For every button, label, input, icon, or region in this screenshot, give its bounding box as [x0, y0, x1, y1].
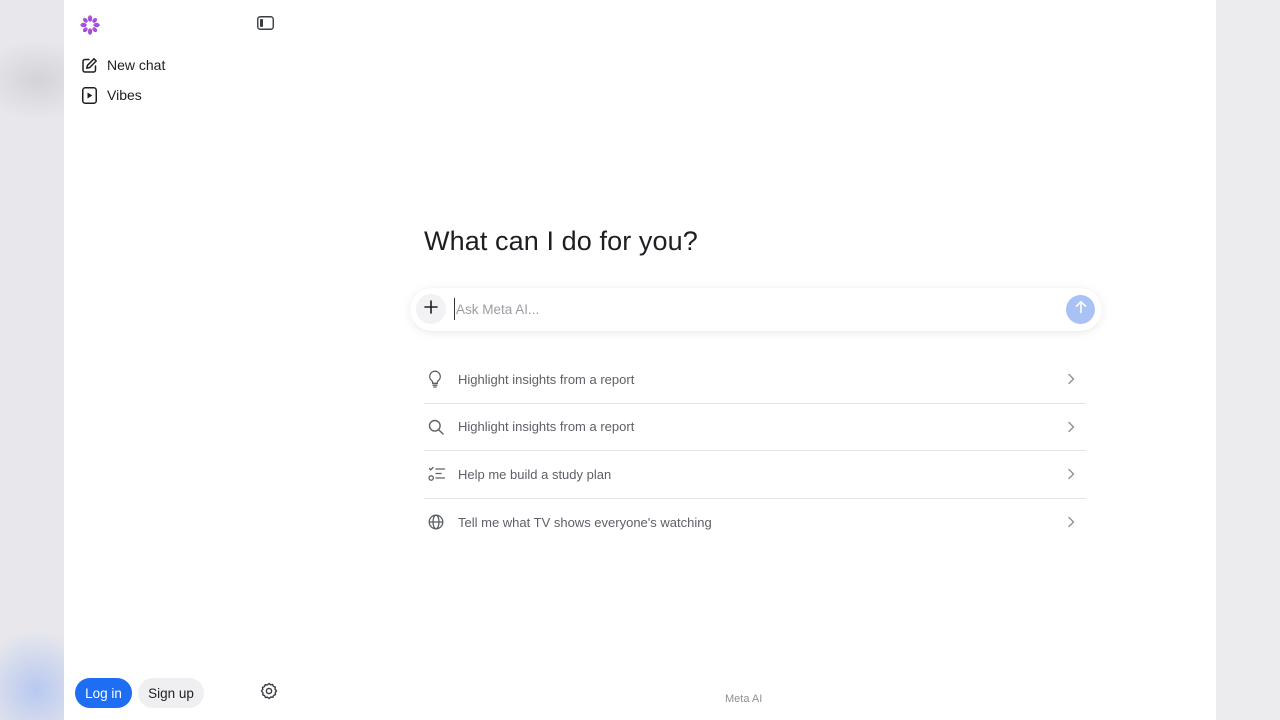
blurred-backdrop-right — [1216, 0, 1280, 720]
footer-brand: Meta AI — [725, 693, 763, 705]
sidebar-item-label: Vibes — [107, 87, 142, 103]
plus-icon — [424, 299, 438, 319]
sidebar-item-vibes[interactable]: Vibes — [74, 81, 274, 109]
login-button[interactable]: Log in — [75, 678, 132, 708]
search-icon — [424, 417, 450, 437]
send-button[interactable] — [1066, 295, 1095, 324]
lightbulb-icon — [424, 369, 450, 389]
suggestion-label: Tell me what TV shows everyone's watchin… — [458, 514, 712, 530]
play-video-icon — [80, 86, 98, 104]
suggestion-item[interactable]: Help me build a study plan — [424, 451, 1086, 499]
globe-icon — [424, 512, 450, 532]
sidebar-toggle-button[interactable] — [255, 15, 275, 35]
composer — [410, 288, 1102, 331]
meta-ai-flower-icon[interactable] — [79, 14, 101, 36]
suggestion-item[interactable]: Highlight insights from a report — [424, 356, 1086, 404]
chevron-right-icon — [1064, 372, 1078, 386]
suggestion-label: Highlight insights from a report — [458, 371, 635, 387]
sidebar-item-new-chat[interactable]: New chat — [74, 51, 274, 79]
ask-input[interactable] — [454, 298, 1054, 320]
attach-button[interactable] — [416, 294, 446, 324]
suggestion-item[interactable]: Tell me what TV shows everyone's watchin… — [424, 499, 1086, 547]
chevron-right-icon — [1064, 467, 1078, 481]
arrow-up-icon — [1074, 300, 1088, 319]
settings-button[interactable] — [259, 682, 279, 705]
sidebar: New chat Vibes Log in Sign up — [64, 0, 294, 720]
chevron-right-icon — [1064, 515, 1078, 529]
gear-icon — [260, 682, 278, 705]
chevron-right-icon — [1064, 420, 1078, 434]
compose-icon — [80, 56, 98, 74]
sidebar-toggle-icon — [256, 15, 274, 35]
page-title: What can I do for you? — [424, 226, 698, 256]
app-window: New chat Vibes Log in Sign up What can I… — [64, 0, 1216, 720]
suggestion-label: Help me build a study plan — [458, 466, 612, 482]
sidebar-item-label: New chat — [107, 57, 166, 73]
suggestion-label: Highlight insights from a report — [458, 419, 635, 435]
signup-button[interactable]: Sign up — [138, 678, 204, 708]
suggestion-item[interactable]: Highlight insights from a report — [424, 404, 1086, 451]
checklist-icon — [424, 464, 450, 484]
blurred-backdrop-left — [0, 0, 64, 720]
suggestion-list: Highlight insights from a report Highlig… — [424, 356, 1086, 546]
